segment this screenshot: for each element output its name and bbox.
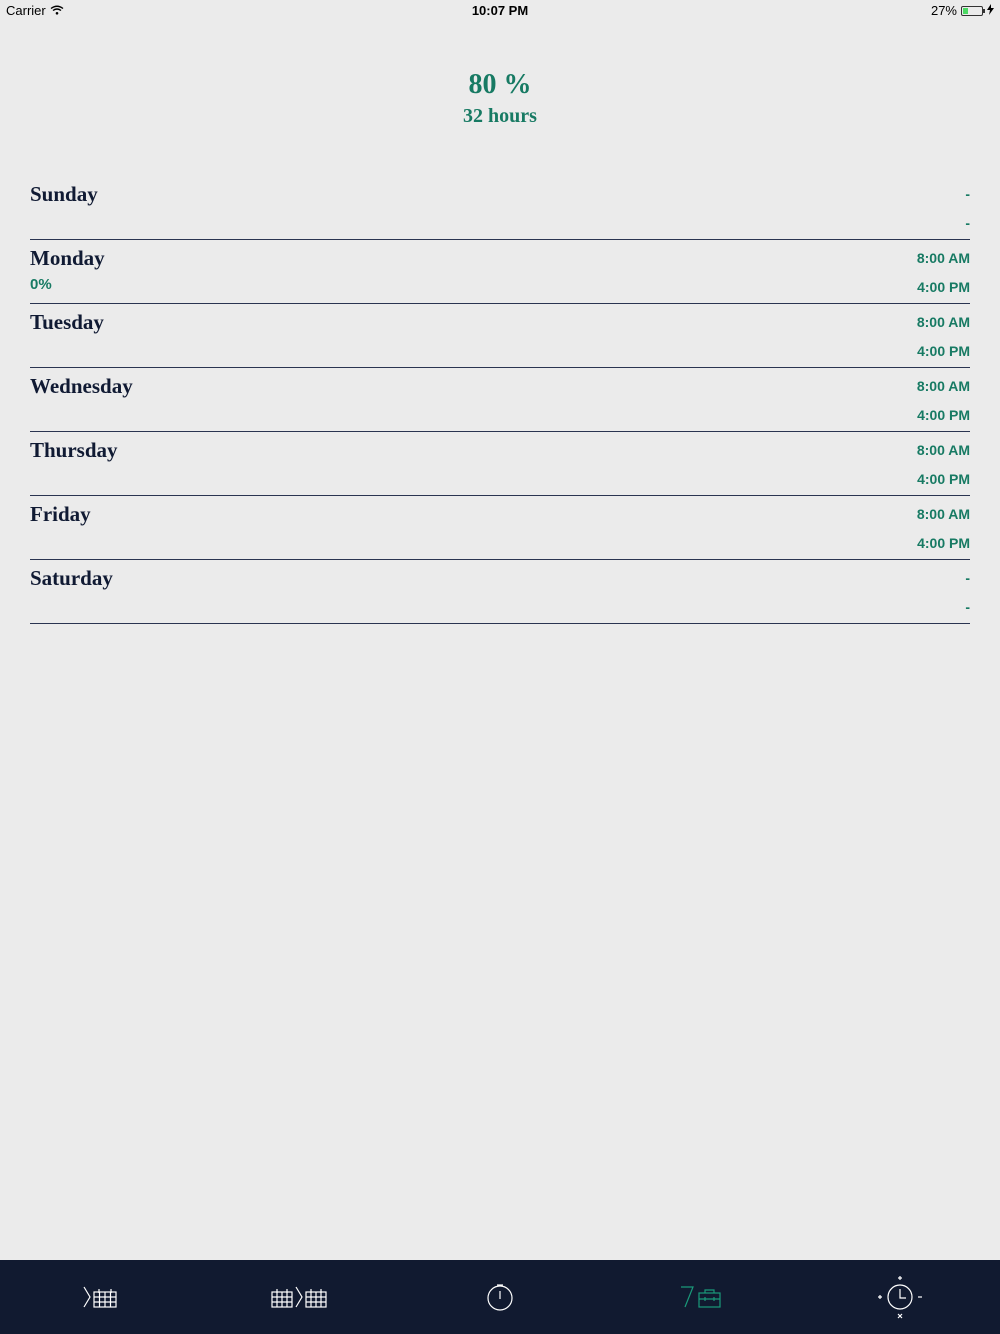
day-name: Thursday (30, 438, 118, 462)
day-row-wednesday[interactable]: Wednesday 8:00 AM 4:00 PM (30, 368, 970, 432)
day-start-time[interactable]: 8:00 AM (917, 250, 970, 266)
day-name: Wednesday (30, 374, 133, 398)
day-name: Monday (30, 246, 105, 270)
tab-clock-adjust[interactable] (800, 1260, 1000, 1334)
day-end-time[interactable]: 4:00 PM (917, 535, 970, 551)
tab-bar (0, 1260, 1000, 1334)
stopwatch-icon (485, 1282, 515, 1312)
weekly-summary: 80 % 32 hours (0, 68, 1000, 130)
day-end-time[interactable]: 4:00 PM (917, 407, 970, 423)
day-name: Saturday (30, 566, 113, 590)
battery-icon (961, 5, 985, 16)
day-start-time[interactable]: 8:00 AM (917, 314, 970, 330)
tab-next-week[interactable] (0, 1260, 200, 1334)
day-start-time[interactable]: - (965, 186, 970, 202)
day-start-time[interactable]: - (965, 570, 970, 586)
next-week-calendar-icon (82, 1285, 118, 1309)
day-end-time[interactable]: 4:00 PM (917, 471, 970, 487)
day-row-tuesday[interactable]: Tuesday 8:00 AM 4:00 PM (30, 304, 970, 368)
day-name: Friday (30, 502, 91, 526)
charging-icon (987, 3, 994, 18)
day-end-time[interactable]: - (965, 599, 970, 615)
day-row-thursday[interactable]: Thursday 8:00 AM 4:00 PM (30, 432, 970, 496)
battery-percent: 27% (930, 3, 957, 18)
summary-percent: 80 % (468, 69, 532, 100)
seven-day-work-icon (677, 1284, 723, 1310)
day-list: Sunday - - Monday 0% 8:00 AM 4:00 PM Tue… (30, 176, 970, 624)
day-end-time[interactable]: 4:00 PM (917, 279, 970, 295)
day-end-time[interactable]: 4:00 PM (917, 343, 970, 359)
day-row-friday[interactable]: Friday 8:00 AM 4:00 PM (30, 496, 970, 560)
status-bar: Carrier 10:07 PM 27% (0, 0, 1000, 22)
day-start-time[interactable]: 8:00 AM (917, 378, 970, 394)
battery-level (963, 7, 968, 14)
day-name: Tuesday (30, 310, 104, 334)
day-row-saturday[interactable]: Saturday - - (30, 560, 970, 624)
day-name: Sunday (30, 182, 98, 206)
day-percent: 0% (30, 275, 52, 293)
day-start-time[interactable]: 8:00 AM (917, 506, 970, 522)
status-right: 27% (931, 3, 994, 18)
status-time: 10:07 PM (471, 3, 529, 18)
tab-seven-day-work[interactable] (600, 1260, 800, 1334)
week-to-week-calendar-icon (270, 1285, 330, 1309)
tab-stopwatch[interactable] (400, 1260, 600, 1334)
day-end-time[interactable]: - (965, 215, 970, 231)
summary-hours: 32 hours (463, 105, 537, 127)
day-start-time[interactable]: 8:00 AM (917, 442, 970, 458)
day-row-monday[interactable]: Monday 0% 8:00 AM 4:00 PM (30, 240, 970, 304)
day-row-sunday[interactable]: Sunday - - (30, 176, 970, 240)
tab-week-to-week[interactable] (200, 1260, 400, 1334)
clock-adjust-icon (875, 1274, 925, 1320)
